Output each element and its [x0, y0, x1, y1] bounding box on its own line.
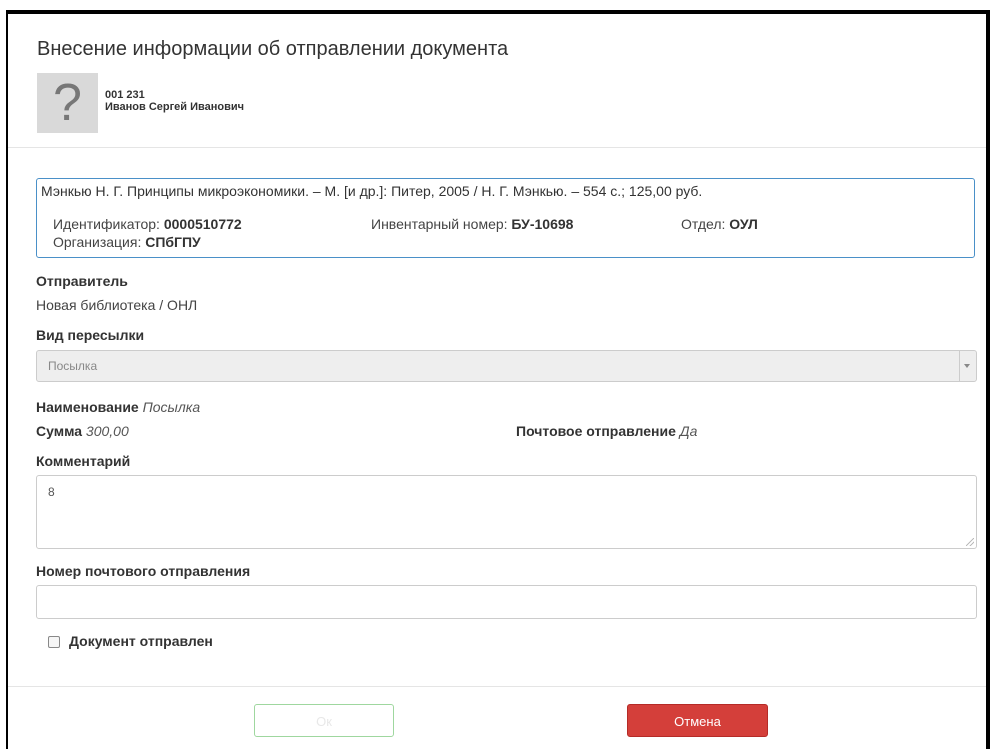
tracking-label: Номер почтового отправления	[36, 563, 251, 579]
ok-button[interactable]: Ок	[254, 704, 394, 737]
comment-value: 8	[48, 485, 55, 499]
sender-value: Новая библиотека / ОНЛ	[36, 297, 198, 313]
postal-row: Почтовое отправление Да	[516, 423, 697, 439]
comment-label: Комментарий	[36, 453, 131, 469]
resize-grip-icon[interactable]	[966, 538, 974, 546]
avatar: ?	[37, 73, 98, 133]
identifier-label: Идентификатор:	[53, 216, 160, 232]
sender-label: Отправитель	[36, 273, 128, 289]
document-department: Отдел: ОУЛ	[681, 216, 758, 232]
organization-label: Организация:	[53, 234, 142, 250]
document-identifier: Идентификатор: 0000510772	[53, 216, 242, 232]
department-value: ОУЛ	[729, 216, 758, 232]
identifier-value: 0000510772	[163, 216, 242, 232]
ok-button-label: Ок	[316, 714, 332, 729]
reader-id: 001 231	[105, 89, 145, 101]
select-arrow-button[interactable]	[959, 351, 976, 381]
document-card: Мэнкью Н. Г. Принципы микроэкономики. – …	[36, 178, 975, 258]
shipping-label: Вид пересылки	[36, 327, 145, 343]
document-sent-label[interactable]: Документ отправлен	[69, 633, 213, 649]
send-document-dialog: Внесение информации об отправлении докум…	[8, 14, 986, 749]
document-inventory: Инвентарный номер: БУ-10698	[371, 216, 573, 232]
shipping-selected-value: Посылка	[48, 359, 98, 373]
item-name-row: Наименование Посылка	[36, 399, 200, 415]
window-frame-right	[986, 10, 990, 749]
shipping-type-select[interactable]: Посылка	[36, 350, 977, 382]
sum-label: Сумма	[36, 423, 83, 439]
footer-divider	[8, 686, 986, 687]
header-divider	[8, 147, 986, 148]
reader-name: Иванов Сергей Иванович	[105, 101, 245, 113]
postal-value: Да	[679, 423, 698, 439]
chevron-down-icon	[964, 364, 970, 368]
inventory-label: Инвентарный номер:	[371, 216, 508, 232]
document-organization: Организация: СПбГПУ	[53, 234, 201, 250]
tracking-number-input[interactable]	[36, 585, 977, 619]
inventory-value: БУ-10698	[511, 216, 574, 232]
item-name-label: Наименование	[36, 399, 139, 415]
sum-row: Сумма 300,00	[36, 423, 129, 439]
question-mark-icon: ?	[53, 74, 82, 132]
document-sent-checkbox[interactable]	[48, 636, 60, 648]
dialog-title: Внесение информации об отправлении докум…	[37, 38, 509, 60]
cancel-button-label: Отмена	[674, 714, 721, 729]
document-description: Мэнкью Н. Г. Принципы микроэкономики. – …	[41, 183, 703, 199]
postal-label: Почтовое отправление	[516, 423, 676, 439]
cancel-button[interactable]: Отмена	[627, 704, 768, 737]
item-name-value: Посылка	[142, 399, 201, 415]
organization-value: СПбГПУ	[145, 234, 201, 250]
comment-textarea[interactable]: 8	[36, 475, 977, 549]
sum-value: 300,00	[85, 423, 129, 439]
department-label: Отдел:	[681, 216, 726, 232]
